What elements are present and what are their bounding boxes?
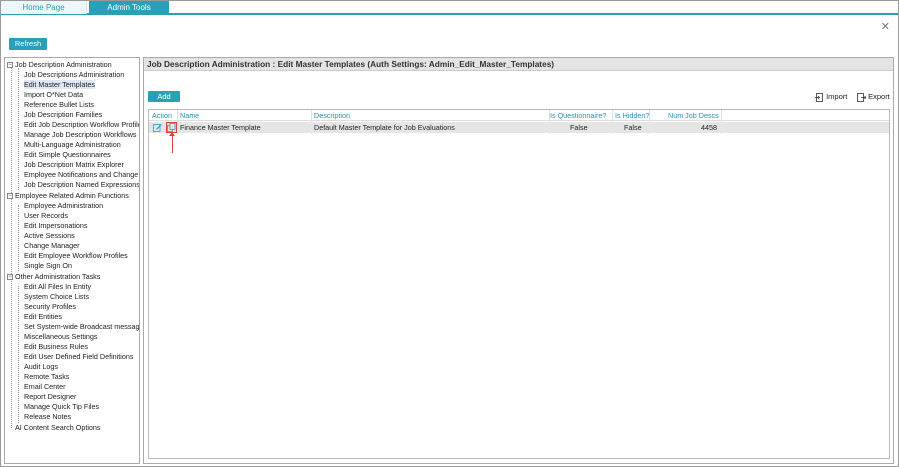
- tree-item[interactable]: Employee Administration: [5, 201, 103, 211]
- tab-admin-tools[interactable]: Admin Tools: [89, 1, 169, 14]
- tree-item[interactable]: Job Descriptions Administration: [5, 70, 124, 80]
- main-panel: Job Description Administration : Edit Ma…: [143, 57, 894, 464]
- tree-item[interactable]: Job Description Matrix Explorer: [5, 160, 124, 170]
- add-button[interactable]: Add: [148, 91, 180, 102]
- collapse-icon[interactable]: −: [7, 274, 13, 280]
- import-button[interactable]: Import: [815, 91, 847, 102]
- tree-item[interactable]: Multi-Language Administration: [5, 140, 121, 150]
- tree-item[interactable]: Change Manager: [5, 241, 80, 251]
- collapse-icon[interactable]: −: [7, 62, 13, 68]
- refresh-button[interactable]: Refresh: [9, 38, 47, 50]
- templates-grid: Action Name Description Is Questionnaire…: [148, 109, 890, 459]
- cell-is-questionnaire: False: [570, 123, 588, 132]
- tree-item[interactable]: Remote Tasks: [5, 372, 69, 382]
- tree-item-edit-master-templates[interactable]: Edit Master Templates: [5, 80, 95, 90]
- tree-item[interactable]: Set System-wide Broadcast messag: [5, 322, 139, 332]
- column-header-is-hidden[interactable]: Is Hidden?: [615, 111, 649, 120]
- tree-group-job-description-admin[interactable]: − Job Description Administration: [5, 60, 112, 70]
- tree-item[interactable]: Audit Logs: [5, 362, 58, 372]
- column-header-name[interactable]: Name: [180, 111, 199, 120]
- cell-is-hidden: False: [624, 123, 642, 132]
- tree-item[interactable]: Release Notes: [5, 412, 71, 422]
- tree-item[interactable]: Single Sign On: [5, 261, 72, 271]
- tree-item[interactable]: User Records: [5, 211, 68, 221]
- import-label: Import: [826, 92, 848, 101]
- tree-item[interactable]: Edit Impersonations: [5, 221, 88, 231]
- tree-item[interactable]: Edit Job Description Workflow Profile: [5, 120, 139, 130]
- export-icon: [857, 92, 867, 102]
- table-row[interactable]: Finance Master Template Default Master T…: [149, 122, 889, 133]
- tree-item-ai-content-search-options[interactable]: AI Content Search Options: [5, 423, 101, 433]
- tree-item[interactable]: Edit Employee Workflow Profiles: [5, 251, 128, 261]
- annotation-arrow: [172, 134, 173, 153]
- cell-num-job-descs: 4458: [701, 123, 717, 132]
- admin-tree-panel: − Job Description Administration Job Des…: [4, 57, 140, 464]
- page-title: Job Description Administration : Edit Ma…: [147, 59, 555, 69]
- cell-description: Default Master Template for Job Evaluati…: [314, 123, 455, 132]
- tree-item[interactable]: Edit Entities: [5, 312, 62, 322]
- tree-item[interactable]: Reference Bullet Lists: [5, 100, 94, 110]
- tree-item[interactable]: Manage Job Description Workflows: [5, 130, 137, 140]
- tree-item[interactable]: Security Profiles: [5, 302, 76, 312]
- tree-item[interactable]: Edit All Files In Entity: [5, 282, 91, 292]
- collapse-icon[interactable]: −: [7, 193, 13, 199]
- tree-item[interactable]: Report Designer: [5, 392, 76, 402]
- tree-item[interactable]: Job Description Families: [5, 110, 102, 120]
- column-header-is-questionnaire[interactable]: Is Questionnaire?: [550, 111, 606, 120]
- tree-item[interactable]: Manage Quick Tip Files: [5, 402, 99, 412]
- column-header-num-job-descs[interactable]: Num Job Descs: [668, 111, 719, 120]
- top-tab-bar: Home Page Admin Tools: [1, 1, 898, 15]
- tree-item[interactable]: Edit Simple Questionnaires: [5, 150, 111, 160]
- tree-item[interactable]: System Choice Lists: [5, 292, 89, 302]
- tree-item[interactable]: Edit Business Rules: [5, 342, 88, 352]
- export-button[interactable]: Export: [857, 91, 890, 102]
- panel-header: Job Description Administration : Edit Ma…: [144, 58, 893, 71]
- tree-group-other-admin-tasks[interactable]: − Other Administration Tasks: [5, 272, 100, 282]
- cell-name: Finance Master Template: [180, 123, 261, 132]
- tree-item[interactable]: Import O*Net Data: [5, 90, 83, 100]
- edit-icon[interactable]: [153, 123, 162, 132]
- grid-header-row: Action Name Description Is Questionnaire…: [149, 110, 889, 121]
- column-header-description[interactable]: Description: [314, 111, 350, 120]
- tree-item[interactable]: Active Sessions: [5, 231, 75, 241]
- close-icon[interactable]: ✕: [881, 20, 890, 33]
- export-label: Export: [868, 92, 890, 101]
- tree-item[interactable]: Job Description Named Expressions: [5, 180, 139, 190]
- tab-home-page[interactable]: Home Page: [1, 1, 87, 14]
- import-icon: [815, 92, 823, 102]
- tree-item[interactable]: Edit User Defined Field Definitions: [5, 352, 133, 362]
- tree-item[interactable]: Email Center: [5, 382, 66, 392]
- tree-item[interactable]: Miscellaneous Settings: [5, 332, 98, 342]
- tree-item[interactable]: Employee Notifications and Change: [5, 170, 138, 180]
- tree-group-employee-related[interactable]: − Employee Related Admin Functions: [5, 191, 129, 201]
- column-header-action[interactable]: Action: [152, 111, 172, 120]
